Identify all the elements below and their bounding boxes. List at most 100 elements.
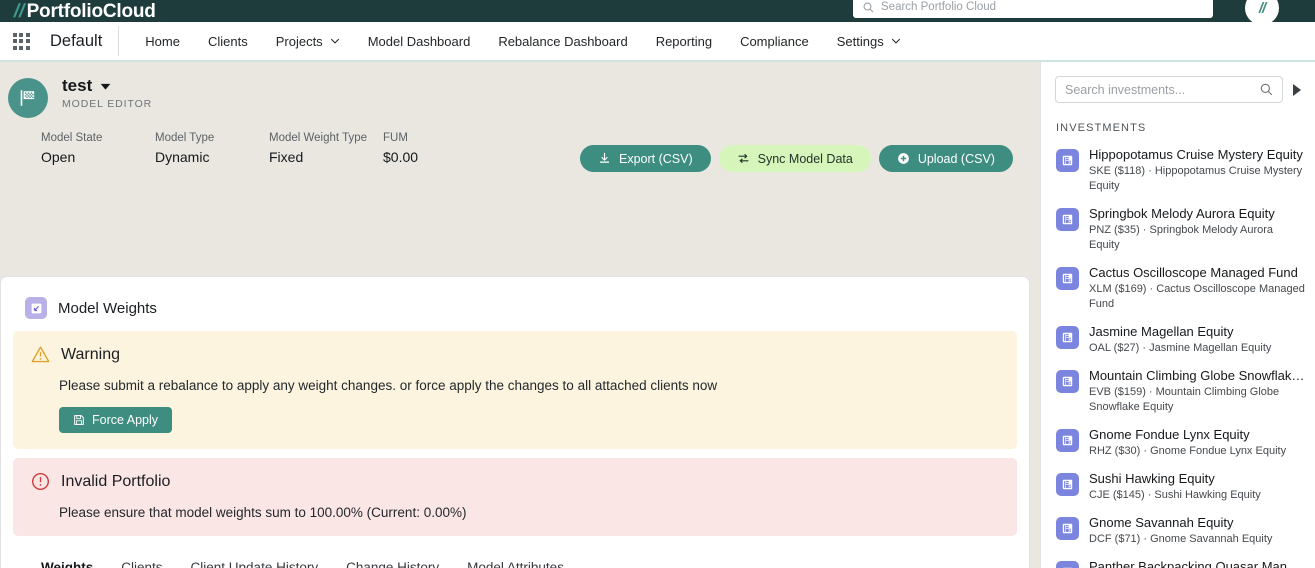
model-weights-card: Model Weights Warning Please submit a re… bbox=[0, 276, 1030, 568]
brand-name: PortfolioCloud bbox=[26, 0, 156, 22]
investment-text: Panther Backpacking Quasar Manage… OPK (… bbox=[1089, 559, 1305, 568]
meta-value: Dynamic bbox=[155, 149, 210, 165]
meta-label: Model State bbox=[41, 132, 103, 144]
nav-label: Clients bbox=[207, 33, 248, 49]
investment-icon bbox=[1056, 561, 1079, 568]
tab-weights[interactable]: Weights bbox=[27, 550, 107, 568]
tab-label: Client Update History bbox=[190, 560, 319, 568]
investment-name: Panther Backpacking Quasar Manage… bbox=[1089, 559, 1305, 568]
warning-title: Warning bbox=[61, 345, 120, 363]
investment-icon bbox=[1056, 517, 1079, 541]
tab-label: Change History bbox=[346, 560, 440, 568]
investment-name: Gnome Fondue Lynx Equity bbox=[1089, 426, 1250, 442]
nav-label: Compliance bbox=[740, 33, 809, 49]
collapse-panel-icon[interactable] bbox=[1291, 83, 1303, 97]
org-name[interactable]: Default bbox=[36, 32, 118, 51]
investment-desc: SKE ($118) · Hippopotamus Cruise Mystery… bbox=[1089, 165, 1303, 193]
list-item[interactable]: Gnome Savannah Equity DCF ($71) · Gnome … bbox=[1051, 511, 1309, 555]
user-avatar[interactable]: // bbox=[1245, 0, 1279, 25]
meta-label: Model Weight Type bbox=[269, 132, 368, 144]
investment-name: Mountain Climbing Globe Snowflake … bbox=[1089, 367, 1305, 383]
nav-item-compliance[interactable]: Compliance bbox=[726, 22, 823, 60]
investment-desc: CJE ($145) · Sushi Hawking Equity bbox=[1089, 489, 1261, 502]
investment-icon bbox=[1056, 266, 1079, 290]
nav-item-clients[interactable]: Clients bbox=[194, 22, 262, 60]
investment-text: Cactus Oscilloscope Managed Fund XLM ($1… bbox=[1089, 265, 1305, 312]
nav-label: Reporting bbox=[655, 33, 713, 49]
nav-item-home[interactable]: Home bbox=[131, 22, 194, 60]
invalid-portfolio-alert: Invalid Portfolio Please ensure that mod… bbox=[13, 458, 1017, 536]
tab-clients[interactable]: Clients bbox=[107, 550, 176, 568]
nav-item-rebalance-dashboard[interactable]: Rebalance Dashboard bbox=[484, 22, 641, 60]
search-icon bbox=[1260, 83, 1273, 96]
meta-label: Model Type bbox=[155, 132, 215, 144]
warning-header: Warning bbox=[31, 345, 999, 364]
tab-change-history[interactable]: Change History bbox=[332, 550, 453, 568]
page-title: test bbox=[62, 76, 93, 95]
global-search[interactable]: Search Portfolio Cloud bbox=[853, 0, 1213, 18]
nav-item-reporting[interactable]: Reporting bbox=[642, 22, 726, 60]
investment-name: Gnome Savannah Equity bbox=[1089, 515, 1234, 531]
download-icon bbox=[600, 152, 609, 163]
search-investments-input[interactable] bbox=[1065, 82, 1260, 97]
investment-desc: DCF ($71) · Gnome Savannah Equity bbox=[1089, 533, 1273, 546]
top-brand-bar: // PortfolioCloud Search Portfolio Cloud… bbox=[0, 0, 1315, 25]
grid-icon bbox=[12, 32, 30, 50]
triangle-down-icon bbox=[100, 83, 111, 90]
list-item[interactable]: Jasmine Magellan Equity OAL ($27) · Jasm… bbox=[1051, 320, 1309, 364]
model-metadata: Model State Open Model Type Dynamic Mode… bbox=[41, 132, 483, 165]
investment-desc: OAL ($27) · Jasmine Magellan Equity bbox=[1089, 342, 1272, 355]
investment-search[interactable] bbox=[1055, 76, 1283, 103]
list-item[interactable]: Hippopotamus Cruise Mystery Equity SKE (… bbox=[1051, 143, 1309, 202]
investment-icon bbox=[1056, 472, 1079, 496]
meta-model-state: Model State Open bbox=[41, 132, 155, 165]
meta-model-weight-type: Model Weight Type Fixed bbox=[269, 132, 383, 165]
nav-item-model-dashboard[interactable]: Model Dashboard bbox=[354, 22, 485, 60]
investment-desc: RHZ ($30) · Gnome Fondue Lynx Equity bbox=[1089, 445, 1287, 458]
investments-section-label: INVESTMENTS bbox=[1056, 122, 1147, 134]
export-csv-button[interactable]: Export (CSV) bbox=[580, 145, 711, 172]
investment-desc: EVB ($159) · Mountain Climbing Globe Sno… bbox=[1089, 386, 1280, 413]
tab-model-attributes[interactable]: Model Attributes bbox=[453, 550, 578, 568]
nav-label: Projects bbox=[275, 33, 323, 49]
force-apply-button[interactable]: Force Apply bbox=[59, 407, 173, 433]
investment-text: Springbok Melody Aurora Equity PNZ ($35)… bbox=[1089, 206, 1305, 253]
tab-label: Model Attributes bbox=[467, 560, 564, 568]
page-body: test MODEL EDITOR Export (CSV) Sync Mode… bbox=[0, 62, 1315, 568]
sync-icon bbox=[738, 153, 749, 164]
investment-icon bbox=[1056, 428, 1079, 452]
nav-item-settings[interactable]: Settings bbox=[823, 22, 915, 60]
list-item[interactable]: Springbok Melody Aurora Equity PNZ ($35)… bbox=[1051, 202, 1309, 261]
nav-label: Settings bbox=[836, 33, 884, 49]
card-tabs: Weights Clients Client Update History Ch… bbox=[13, 550, 1017, 568]
investment-text: Gnome Fondue Lynx Equity RHZ ($30) · Gno… bbox=[1089, 427, 1305, 459]
tab-client-update-history[interactable]: Client Update History bbox=[177, 550, 333, 568]
checkered-flag-icon bbox=[8, 78, 48, 118]
list-item[interactable]: Mountain Climbing Globe Snowflake … EVB … bbox=[1051, 364, 1309, 423]
model-title-row[interactable]: test bbox=[62, 76, 152, 96]
sidebar-search-row bbox=[1041, 76, 1315, 103]
error-header: Invalid Portfolio bbox=[31, 472, 999, 491]
investments-list: Hippopotamus Cruise Mystery Equity SKE (… bbox=[1041, 143, 1315, 568]
nav-item-projects[interactable]: Projects bbox=[262, 22, 354, 60]
investment-text: Hippopotamus Cruise Mystery Equity SKE (… bbox=[1089, 147, 1305, 194]
nav-items: Home Clients Projects Model Dashboard Re… bbox=[119, 22, 914, 60]
upload-csv-button[interactable]: Upload (CSV) bbox=[878, 145, 1013, 172]
warning-body: Please submit a rebalance to apply any w… bbox=[59, 378, 718, 393]
list-item[interactable]: Panther Backpacking Quasar Manage… OPK (… bbox=[1051, 555, 1309, 568]
brand-logo[interactable]: // PortfolioCloud bbox=[12, 0, 156, 22]
list-item[interactable]: Cactus Oscilloscope Managed Fund XLM ($1… bbox=[1051, 261, 1309, 320]
sync-model-data-label: Sync Model Data bbox=[757, 151, 853, 166]
avatar-initials: // bbox=[1258, 0, 1266, 17]
list-item[interactable]: Sushi Hawking Equity CJE ($145) · Sushi … bbox=[1051, 467, 1309, 511]
sync-model-data-button[interactable]: Sync Model Data bbox=[718, 145, 871, 172]
investment-desc: PNZ ($35) · Springbok Melody Aurora Equi… bbox=[1089, 224, 1274, 252]
main-navigation: Default Home Clients Projects Model Dash… bbox=[0, 22, 1315, 62]
global-search-placeholder: Search Portfolio Cloud bbox=[881, 1, 997, 13]
card-header: Model Weights bbox=[13, 289, 1017, 331]
investment-icon bbox=[1056, 325, 1079, 349]
investment-name: Hippopotamus Cruise Mystery Equity bbox=[1089, 147, 1303, 162]
error-circle-icon bbox=[31, 472, 50, 491]
list-item[interactable]: Gnome Fondue Lynx Equity RHZ ($30) · Gno… bbox=[1051, 423, 1309, 467]
app-launcher-button[interactable] bbox=[6, 22, 36, 60]
